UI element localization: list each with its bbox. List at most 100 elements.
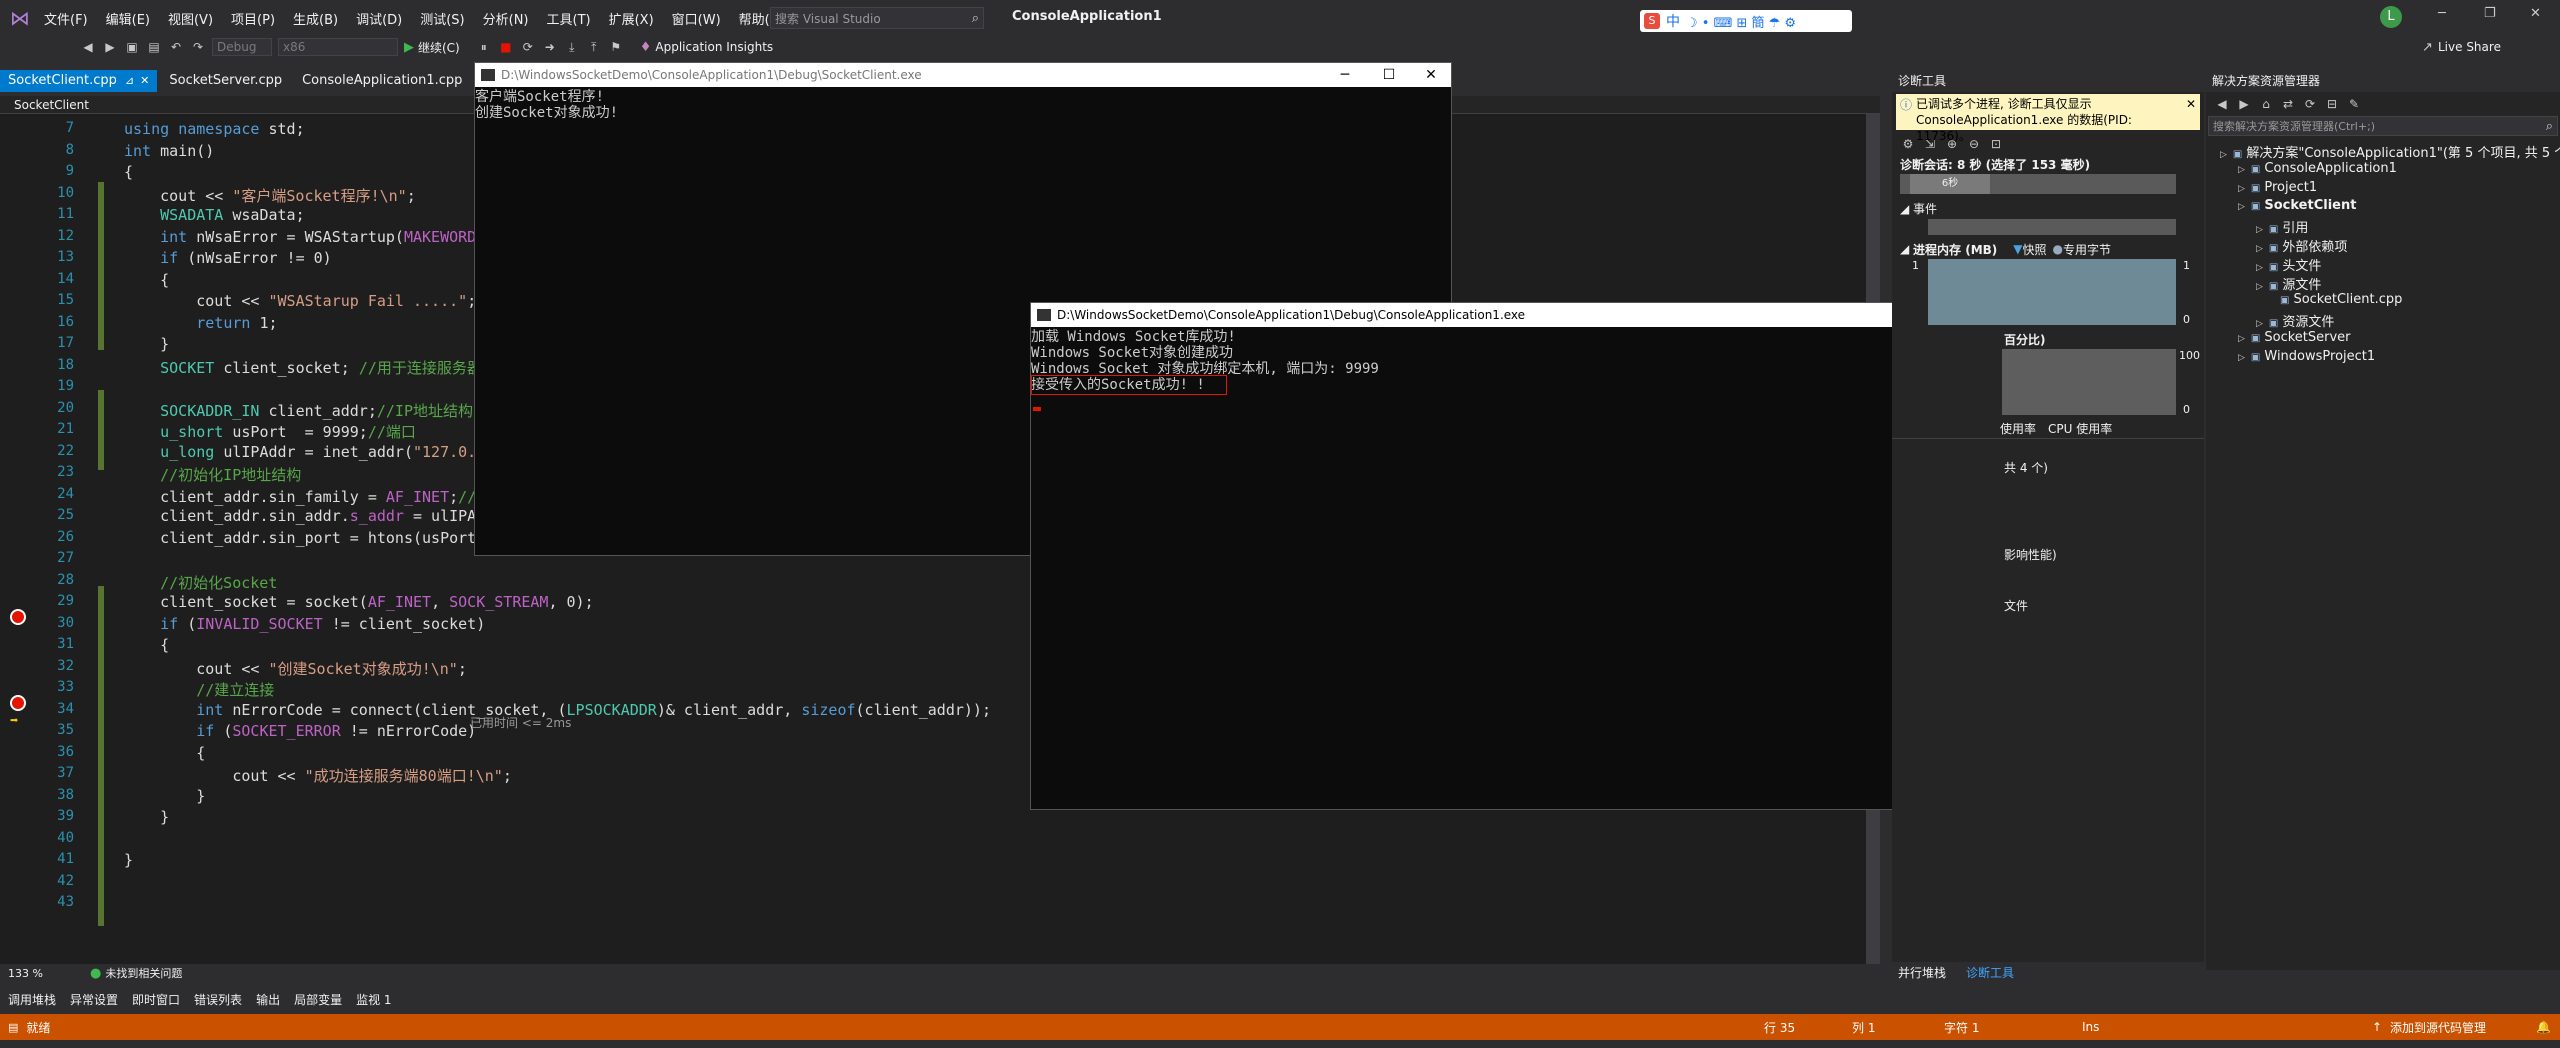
solution-tree-item[interactable]: ▷ ▣ 解决方案"ConsoleApplication1"(第 5 个项目, 共 5… [2220,142,2560,161]
continue-button[interactable]: 继续(C) [418,39,460,56]
events-header[interactable]: ◢ 事件 [1892,200,2204,217]
back-icon[interactable]: ◀ [2214,96,2230,112]
step-over-icon[interactable]: ➜ [542,39,558,55]
search-icon[interactable]: ⌕ [2546,119,2557,134]
sync-icon[interactable]: ⇄ [2280,96,2296,112]
breakpoint-icon[interactable] [10,609,26,625]
continue-icon[interactable]: ▶ [404,40,414,55]
close-tab-icon[interactable]: ✕ [140,70,149,92]
minimize-button[interactable]: ─ [2438,6,2446,21]
restart-icon[interactable]: ⟳ [520,39,536,55]
solution-tree-item[interactable]: ▷ ▣ SocketClient [2238,198,2356,213]
pause-icon[interactable]: ⏸ [476,39,492,55]
timeline-ruler[interactable]: 6秒 [1900,174,2176,194]
menu-item[interactable]: 项目(P) [231,9,275,28]
zoom-level[interactable]: 133 % [0,967,80,980]
menu-item[interactable]: 生成(B) [293,9,338,28]
bottom-tab[interactable]: 监视 1 [356,991,391,1008]
user-avatar[interactable]: L [2380,6,2402,28]
bottom-tab[interactable]: 异常设置 [70,991,118,1008]
tree-expander-icon[interactable]: ▷ [2256,319,2263,329]
bottom-tab[interactable]: 局部变量 [294,991,342,1008]
info-close-icon[interactable]: ✕ [2186,96,2196,112]
menu-item[interactable]: 扩展(X) [609,9,654,28]
platform-dropdown[interactable]: x86 [278,38,398,56]
tree-expander-icon[interactable]: ▷ [2220,150,2227,160]
solution-tree-item[interactable]: ▷ ▣ 源文件 [2256,274,2321,293]
solution-tree-item[interactable]: ▷ ▣ WindowsProject1 [2238,349,2375,364]
home-icon[interactable]: ⌂ [2258,96,2274,112]
undo-icon[interactable]: ↶ [168,39,184,55]
properties-icon[interactable]: ✎ [2346,96,2362,112]
stop-icon[interactable]: ■ [498,39,514,55]
live-share-button[interactable]: Live Share [2438,40,2501,54]
step-out-icon[interactable]: ⤒ [586,39,602,55]
search-box[interactable]: 搜索 Visual Studio ⌕ [770,7,984,29]
menu-item[interactable]: 调试(D) [356,9,402,28]
back-icon[interactable]: ◀ [80,39,96,55]
ime-mode-label[interactable]: 中 [1666,11,1680,31]
collapse-icon[interactable]: ⊟ [2324,96,2340,112]
server-console-titlebar[interactable]: D:\WindowsSocketDemo\ConsoleApplication1… [1031,303,2005,327]
menu-item[interactable]: 文件(F) [44,9,88,28]
bottom-tab[interactable]: 即时窗口 [132,991,180,1008]
solution-tree-item[interactable]: ▷ ▣ 头文件 [2256,255,2321,274]
menu-item[interactable]: 分析(N) [483,9,529,28]
solution-tree-item[interactable]: ▷ ▣ 引用 [2256,217,2308,236]
solution-tree-item[interactable]: ▷ ▣ Project1 [2238,180,2317,195]
notification-icon[interactable]: 🔔 [2536,1020,2551,1034]
close-button[interactable]: ✕ [2530,6,2541,21]
tree-expander-icon[interactable]: ▷ [2256,263,2263,273]
reset-icon[interactable]: ⊡ [1988,136,2004,152]
solution-tree-item[interactable]: ▷ ▣ 资源文件 [2256,311,2334,330]
search-icon[interactable]: ⌕ [972,11,983,26]
issues-label[interactable]: 未找到相关问题 [105,965,182,981]
editor-tab[interactable]: ConsoleApplication1.cpp [294,70,470,92]
step-into-icon[interactable]: ⤓ [564,39,580,55]
ime-toolbar[interactable]: S 中 ☽ • ⌨ ⊞ 簡 ☂ ⚙ [1640,10,1852,32]
diag-tab-usage[interactable]: 使用率 [2000,420,2036,437]
solution-tree-item[interactable]: ▣ SocketClient.cpp [2274,292,2402,307]
server-console-window[interactable]: D:\WindowsSocketDemo\ConsoleApplication1… [1030,302,2006,810]
tree-expander-icon[interactable]: ▷ [2256,225,2263,235]
console-maximize-button[interactable]: ☐ [1367,63,1411,87]
tree-expander-icon[interactable]: ▷ [2238,184,2245,194]
config-dropdown[interactable]: Debug [212,38,272,56]
solution-tree-item[interactable]: ▷ ▣ 外部依赖项 [2256,236,2347,255]
menu-item[interactable]: 编辑(E) [106,9,150,28]
save-icon[interactable]: ▣ [124,39,140,55]
editor-tab[interactable]: SocketServer.cpp [161,70,290,92]
settings-icon[interactable]: ⚙ [1900,136,1916,152]
breakpoint-icon[interactable] [10,695,26,711]
solution-search-box[interactable]: 搜索解决方案资源管理器(Ctrl+;) ⌕ [2208,116,2558,136]
tree-expander-icon[interactable]: ▷ [2238,353,2245,363]
tree-expander-icon[interactable]: ▷ [2238,334,2245,344]
bottom-tab[interactable]: 输出 [256,991,280,1008]
forward-icon[interactable]: ▶ [102,39,118,55]
solution-search-input[interactable]: 搜索解决方案资源管理器(Ctrl+;) [2209,118,2546,134]
solution-tree-item[interactable]: ▷ ▣ ConsoleApplication1 [2238,161,2397,176]
redo-icon[interactable]: ↷ [190,39,206,55]
client-console-titlebar[interactable]: D:\WindowsSocketDemo\ConsoleApplication1… [475,63,1451,87]
menu-item[interactable]: 工具(T) [547,9,591,28]
scope-dropdown[interactable]: SocketClient [0,98,89,112]
bookmark-icon[interactable]: ⚑ [608,39,624,55]
solution-tree-item[interactable]: ▷ ▣ SocketServer [2238,330,2351,345]
tree-expander-icon[interactable]: ▷ [2256,244,2263,254]
diag-bottom-tab[interactable]: 诊断工具 [1966,964,2014,981]
ime-icons[interactable]: ☽ • ⌨ ⊞ 簡 ☂ ⚙ [1686,12,1796,31]
save-all-icon[interactable]: ▤ [146,39,162,55]
source-control-button[interactable]: 添加到源代码管理 [2390,1019,2486,1036]
menu-item[interactable]: 视图(V) [168,9,213,28]
refresh-icon[interactable]: ⟳ [2302,96,2318,112]
forward-icon[interactable]: ▶ [2236,96,2252,112]
console-close-button[interactable]: ✕ [1409,63,1453,87]
pin-icon[interactable]: ⊿ [125,70,134,92]
maximize-button[interactable]: ❐ [2484,6,2496,21]
bottom-tab[interactable]: 调用堆栈 [8,991,56,1008]
search-input[interactable]: 搜索 Visual Studio [771,10,972,27]
tree-expander-icon[interactable]: ▷ [2256,282,2263,292]
memory-header[interactable]: ◢ 进程内存 (MB) ▼ 快照 ● 专用字节 [1892,241,2204,257]
tree-expander-icon[interactable]: ▷ [2238,165,2245,175]
app-insights-button[interactable]: Application Insights [655,40,773,54]
